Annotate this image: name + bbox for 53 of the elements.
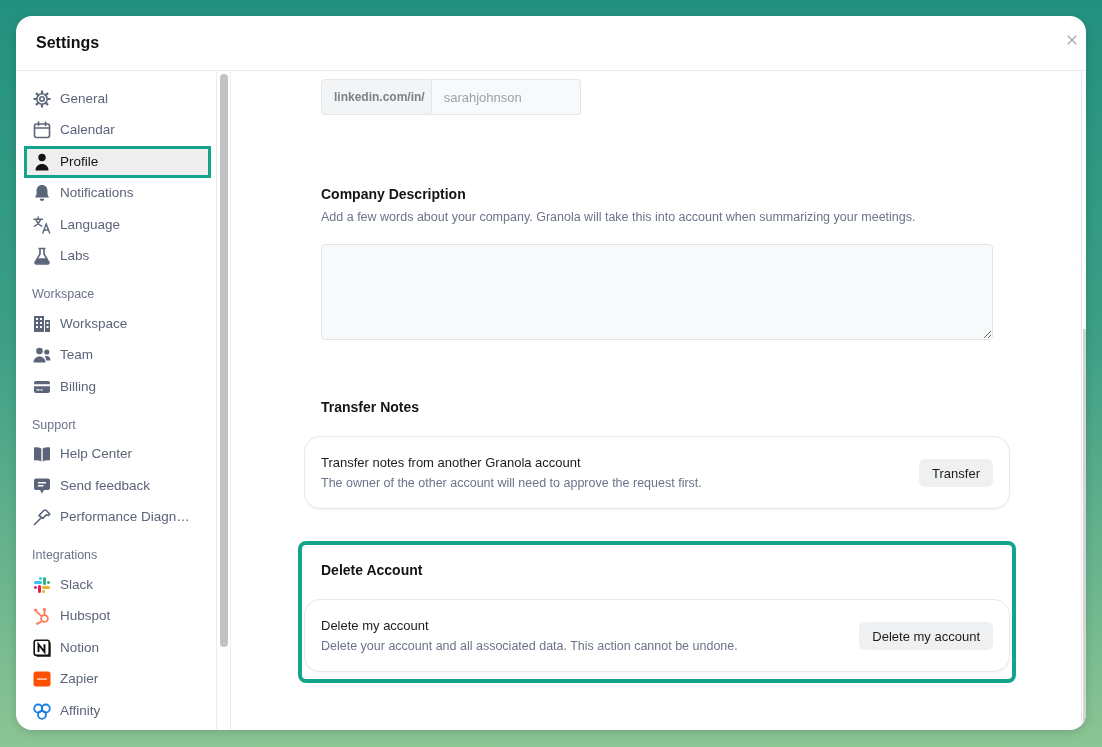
sidebar-section-heading: Support (31, 416, 77, 434)
bell-icon (33, 184, 51, 203)
section-title: Transfer Notes (320, 398, 421, 416)
speech-bubble-icon (33, 476, 51, 495)
action-button[interactable]: Delete my account (859, 622, 993, 650)
people-icon (33, 346, 51, 365)
zapier-logo-icon (33, 670, 51, 689)
action-button[interactable]: Transfer (919, 459, 993, 487)
window-title: Settings (36, 34, 100, 52)
book-icon (33, 445, 51, 464)
hubspot-logo-icon (33, 607, 51, 626)
sidebar-section-heading: Integrations (31, 547, 99, 564)
sidebar-item[interactable]: Team (24, 339, 211, 371)
card-title: Transfer notes from another Granola account (321, 454, 582, 471)
sidebar-item[interactable]: Calendar (24, 114, 211, 146)
translate-icon (33, 215, 51, 234)
card-title: Delete my account (321, 617, 430, 634)
close-icon (1067, 35, 1077, 45)
sidebar-item[interactable]: Language (24, 209, 211, 241)
flask-icon (33, 247, 51, 266)
gear-icon (33, 89, 51, 108)
company-description-field[interactable] (321, 244, 993, 340)
section-title: Delete Account (320, 561, 424, 579)
close-button[interactable] (1067, 35, 1077, 45)
sidebar-item[interactable]: General (24, 83, 211, 115)
sidebar-item[interactable]: Zapier (24, 663, 211, 695)
sidebar-item[interactable]: Slack (24, 569, 211, 601)
scrollbar-thumb[interactable] (220, 74, 228, 647)
field-description: Add a few words about your company. Granola will take this into account when summarizing your meetings. (321, 209, 917, 225)
sidebar-item[interactable]: Workspace (24, 308, 211, 340)
notion-logo-icon (33, 638, 51, 657)
sidebar-item[interactable]: Notion (24, 632, 211, 664)
affinity-logo-icon (33, 701, 51, 720)
sidebar-item[interactable]: Send feedback (24, 470, 211, 502)
sidebar-item[interactable]: Labs (24, 240, 211, 272)
sidebar-item[interactable]: Notifications (24, 177, 211, 209)
sidebar-item[interactable]: Help Center (24, 438, 211, 470)
calendar-icon (33, 121, 51, 140)
username-field[interactable]: sarahjohnson (431, 79, 581, 115)
building-icon (33, 314, 51, 333)
sidebar-item[interactable]: Billing (24, 371, 211, 403)
url-prefix: linkedin.com/in/ (321, 79, 432, 115)
sidebar-item[interactable]: Performance Diagn… (24, 501, 211, 533)
hammer-icon (33, 508, 51, 527)
sidebar-item[interactable]: Affinity (24, 695, 211, 727)
sidebar-section-heading: Workspace (31, 286, 96, 303)
card-description: The owner of the other account will need to approve the request first. (321, 475, 702, 492)
section-title: Company Description (321, 185, 467, 203)
sidebar-item[interactable]: Hubspot (24, 600, 211, 632)
person-icon (33, 152, 51, 171)
card-description: Delete your account and all associated data. This action cannot be undone. (321, 638, 738, 655)
sidebar-item[interactable]: Profile (24, 146, 211, 178)
slack-logo-icon (33, 575, 51, 594)
